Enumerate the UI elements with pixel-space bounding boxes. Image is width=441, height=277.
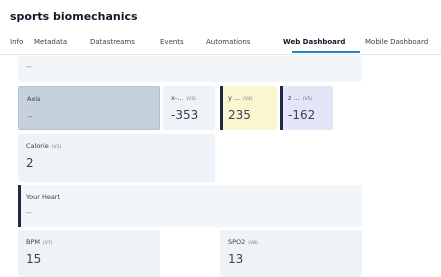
widget-value: -- <box>26 62 32 71</box>
widget-label: BPM <box>26 238 40 246</box>
widget-label: SPO2 <box>228 238 246 246</box>
dashboard-canvas: -- Axis -- x-... (V3) -353 y ... (V4) 235 … <box>18 56 362 277</box>
widget-label: x-... <box>171 94 184 102</box>
widget-y[interactable]: y ... (V4) 235 <box>220 86 277 130</box>
widget-pin: (V5) <box>302 97 313 102</box>
widget-accent-bar <box>18 185 21 227</box>
widget-accent-bar <box>220 86 223 130</box>
widget-label: z ... <box>288 94 300 102</box>
widget-value: -162 <box>288 108 316 122</box>
tab-datastreams[interactable]: Datastreams <box>90 38 135 46</box>
widget-pin: (V3) <box>186 97 196 102</box>
widget-value: 13 <box>228 252 244 266</box>
widget-calorie[interactable]: Calorie (V1) 2 <box>18 134 215 182</box>
widget-spo2[interactable]: SPO2 (V8) 13 <box>220 230 362 277</box>
widget-value: -- <box>27 112 33 121</box>
widget-label: Axis <box>27 95 41 103</box>
widget-pin: (V7) <box>43 241 53 246</box>
active-tab-indicator <box>292 51 360 53</box>
tab-info[interactable]: Info <box>10 38 23 46</box>
widget-axis[interactable]: Axis -- <box>18 86 160 130</box>
widget-value: 2 <box>26 156 34 170</box>
widget-your-heart[interactable]: Your Heart -- <box>18 185 362 227</box>
tab-metadata[interactable]: Metadata <box>34 38 67 46</box>
widget-x[interactable]: x-... (V3) -353 <box>163 86 215 130</box>
widget-label: y ... <box>228 94 241 102</box>
widget-value: -353 <box>171 108 199 122</box>
widget-top-placeholder[interactable]: -- <box>18 56 362 82</box>
widget-z[interactable]: z ... (V5) -162 <box>280 86 333 130</box>
widget-label: Your Heart <box>26 193 61 201</box>
tab-events[interactable]: Events <box>160 38 184 46</box>
widget-pin: (V8) <box>248 241 258 246</box>
tab-mobile-dashboard[interactable]: Mobile Dashboard <box>365 38 428 46</box>
page-title: sports biomechanics <box>10 10 138 23</box>
widget-label: Calorie <box>26 142 49 150</box>
widget-value: 235 <box>228 108 251 122</box>
widget-pin: (V1) <box>51 145 62 150</box>
widget-pin: (V4) <box>243 97 253 102</box>
tab-web-dashboard[interactable]: Web Dashboard <box>283 38 345 46</box>
tab-bar: Info Metadata Datastreams Events Automat… <box>10 38 441 53</box>
widget-bpm[interactable]: BPM (V7) 15 <box>18 230 160 277</box>
widget-value: -- <box>26 208 32 217</box>
widget-accent-bar <box>280 86 283 130</box>
widget-value: 15 <box>26 252 42 266</box>
tab-automations[interactable]: Automations <box>206 38 250 46</box>
tabs-divider <box>0 54 441 55</box>
